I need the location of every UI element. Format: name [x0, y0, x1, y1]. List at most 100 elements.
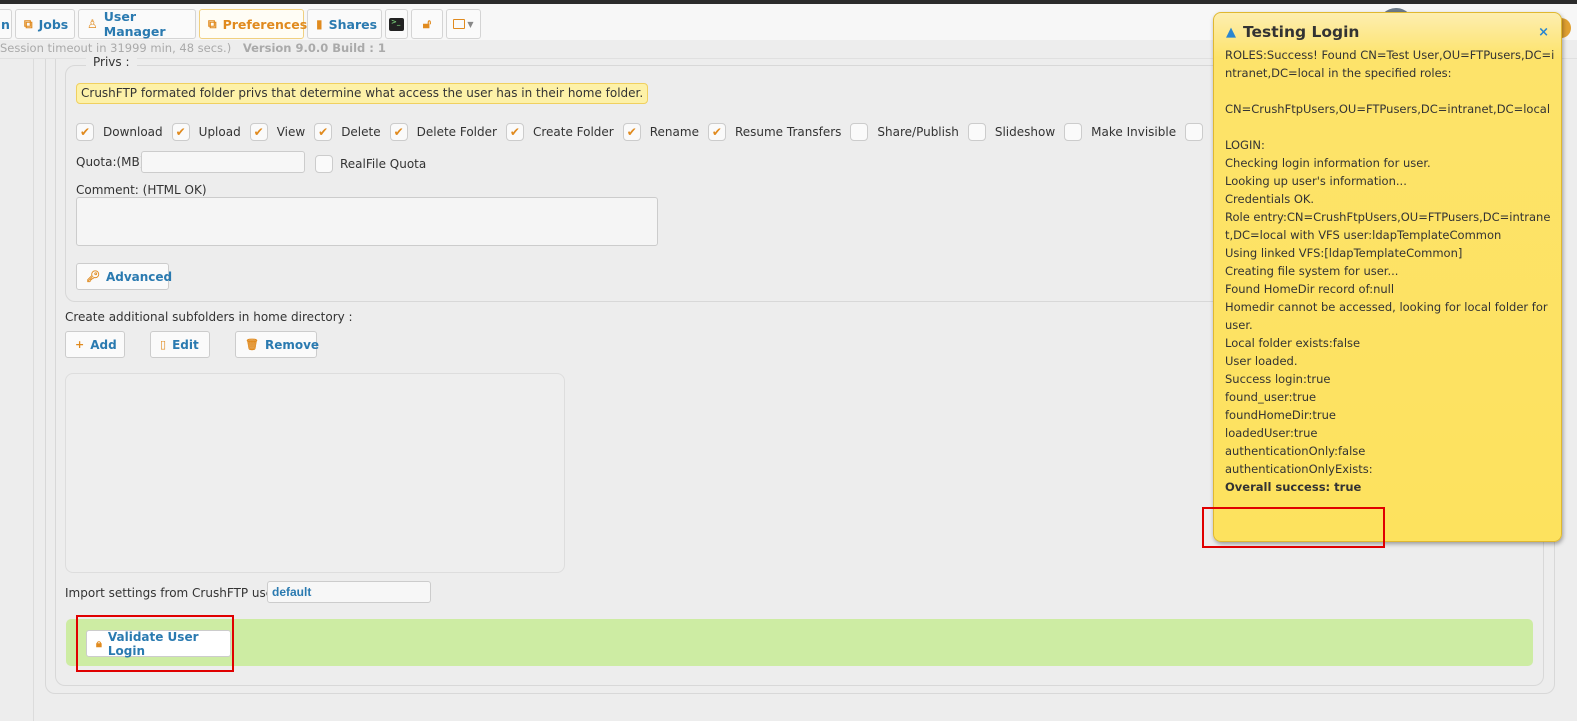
image-icon	[453, 19, 466, 29]
nav-tab-jobs-label: Jobs	[38, 16, 69, 32]
checkbox-label: Create Folder	[532, 125, 614, 139]
privs-checkbox-row: ✔ Download ✔ Upload ✔ View ✔ Delete ✔ Delete …	[76, 123, 1308, 141]
nav-tab-partial-label: n	[1, 16, 10, 32]
popup-log: ROLES:Success! Found CN=Test User,OU=FTP…	[1225, 46, 1555, 496]
edit-button-label: Edit	[172, 337, 199, 352]
chevron-down-icon: ▼	[467, 19, 474, 29]
checkbox-box[interactable]	[1185, 123, 1204, 141]
nav-tab-shares-label: Shares	[328, 16, 378, 32]
log-line: authenticationOnly:false	[1225, 444, 1366, 458]
nav-tab-jobs[interactable]: ⧉ Jobs	[15, 9, 75, 39]
checkbox-rename[interactable]: ✔ Rename	[622, 123, 699, 141]
edit-subfolder-button[interactable]: ▯ Edit	[150, 331, 210, 358]
unlock-icon: 🔓︎	[422, 16, 432, 32]
overall-success-line: Overall success: true	[1225, 480, 1362, 494]
log-line: Role entry:CN=CrushFtpUsers,OU=FTPusers,…	[1225, 210, 1551, 242]
checkbox-box[interactable]: ✔	[249, 123, 268, 141]
log-line: Looking up user's information...	[1225, 174, 1407, 188]
session-timeout: Session timeout in 31999 min, 48 secs.)	[0, 41, 232, 55]
nav-tab-user-manager[interactable]: ♙ User Manager	[78, 9, 196, 39]
checkbox-delete-folder[interactable]: ✔ Delete Folder	[389, 123, 497, 141]
checkbox-box[interactable]	[850, 123, 869, 141]
user-icon: ♙	[87, 17, 98, 31]
checkbox-box[interactable]	[1064, 123, 1083, 141]
log-line: loadedUser:true	[1225, 426, 1318, 440]
checkbox-view[interactable]: ✔ View	[249, 123, 306, 141]
popup-title-text: Testing Login	[1243, 23, 1360, 41]
log-line: ROLES:Success! Found CN=Test User,OU=FTP…	[1225, 48, 1555, 80]
checkbox-box[interactable]: ✔	[389, 123, 408, 141]
import-user-input[interactable]	[267, 581, 431, 603]
validate-bar	[66, 619, 1533, 666]
checkbox-box[interactable]: ✔	[505, 123, 524, 141]
checkbox-label: Share/Publish	[877, 125, 959, 139]
advanced-button-label: Advanced	[105, 269, 173, 284]
image-dropdown-button[interactable]: ▼	[446, 9, 481, 39]
advanced-button[interactable]: 🔑︎ Advanced	[76, 263, 173, 290]
quota-label: Quota:(MB)	[76, 155, 145, 169]
add-subfolder-button[interactable]: + Add	[65, 331, 125, 358]
checkbox-label: View	[276, 125, 306, 139]
add-button-label: Add	[90, 337, 117, 352]
preferences-icon: ⧉	[208, 16, 217, 31]
terminal-button[interactable]: >_	[385, 9, 408, 39]
log-line: Success login:true	[1225, 372, 1331, 386]
nav-tab-preferences[interactable]: ⧉ Preferences	[199, 9, 307, 39]
checkbox-box[interactable]	[967, 123, 986, 141]
version-text: Version 9.0.0 Build : 1	[242, 41, 386, 55]
checkbox-realfile-quota[interactable]: RealFile Quota	[315, 155, 426, 173]
subfolders-label: Create additional subfolders in home dir…	[65, 310, 353, 324]
checkbox-label: Slideshow	[994, 125, 1056, 139]
log-line: Found HomeDir record of:null	[1225, 282, 1395, 296]
privs-hint: CrushFTP formated folder privs that dete…	[76, 83, 649, 104]
checkbox-box[interactable]: ✔	[171, 123, 190, 141]
nav-tab-partial[interactable]: n	[0, 9, 12, 39]
log-line: found_user:true	[1225, 390, 1317, 404]
unlock-button[interactable]: 🔓︎	[411, 9, 443, 39]
privs-legend: Privs :	[86, 55, 137, 69]
checkbox-upload[interactable]: ✔ Upload	[171, 123, 241, 141]
checkbox-share-publish[interactable]: Share/Publish	[850, 123, 959, 141]
import-label: Import settings from CrushFTP user :	[65, 586, 286, 600]
checkbox-box[interactable]: ✔	[314, 123, 333, 141]
comment-label: Comment: (HTML OK)	[76, 183, 207, 197]
quota-input[interactable]	[141, 151, 305, 173]
document-icon: ▯	[160, 338, 167, 351]
checkbox-box[interactable]	[315, 155, 333, 173]
checkbox-label: Delete	[341, 125, 381, 139]
checkbox-label: Delete Folder	[416, 125, 497, 139]
log-line: Checking login information for user.	[1225, 156, 1431, 170]
testing-login-popup: ▲ Testing Login × ROLES:Success! Found C…	[1213, 12, 1562, 542]
nav-tab-shares[interactable]: ▮ Shares	[307, 9, 382, 39]
log-line: Credentials OK.	[1225, 192, 1315, 206]
checkbox-label: Resume Transfers	[734, 125, 842, 139]
checkbox-label: Download	[103, 125, 163, 139]
checkbox-resume-transfers[interactable]: ✔ Resume Transfers	[707, 123, 842, 141]
checkbox-slideshow[interactable]: Slideshow	[967, 123, 1056, 141]
log-line: authenticationOnlyExists:	[1225, 462, 1373, 476]
checkbox-create-folder[interactable]: ✔ Create Folder	[505, 123, 614, 141]
nav-tab-user-manager-label: User Manager	[103, 9, 166, 39]
remove-subfolder-button[interactable]: 🗑︎ Remove	[235, 331, 320, 358]
nav-tab-preferences-label: Preferences	[222, 16, 308, 32]
popup-title: ▲ Testing Login	[1226, 23, 1359, 41]
checkbox-label: Rename	[649, 125, 699, 139]
checkbox-download[interactable]: ✔ Download	[76, 123, 163, 141]
checkbox-label: Upload	[198, 125, 241, 139]
checkbox-make-invisible[interactable]: Make Invisible	[1064, 123, 1176, 141]
log-line: LOGIN:	[1225, 138, 1265, 152]
checkbox-box[interactable]: ✔	[707, 123, 726, 141]
checkbox-box[interactable]: ✔	[76, 123, 94, 141]
remove-button-label: Remove	[264, 337, 320, 352]
checkbox-box[interactable]: ✔	[622, 123, 641, 141]
jobs-icon: ⧉	[24, 16, 33, 31]
close-icon[interactable]: ×	[1538, 25, 1549, 40]
log-line: User loaded.	[1225, 354, 1298, 368]
comment-textarea[interactable]	[76, 197, 658, 246]
subfolder-list[interactable]	[65, 373, 565, 573]
checkbox-delete[interactable]: ✔ Delete	[314, 123, 381, 141]
checkbox-label: Make Invisible	[1091, 125, 1177, 139]
log-line: CN=CrushFtpUsers,OU=FTPusers,DC=intranet…	[1225, 102, 1551, 116]
